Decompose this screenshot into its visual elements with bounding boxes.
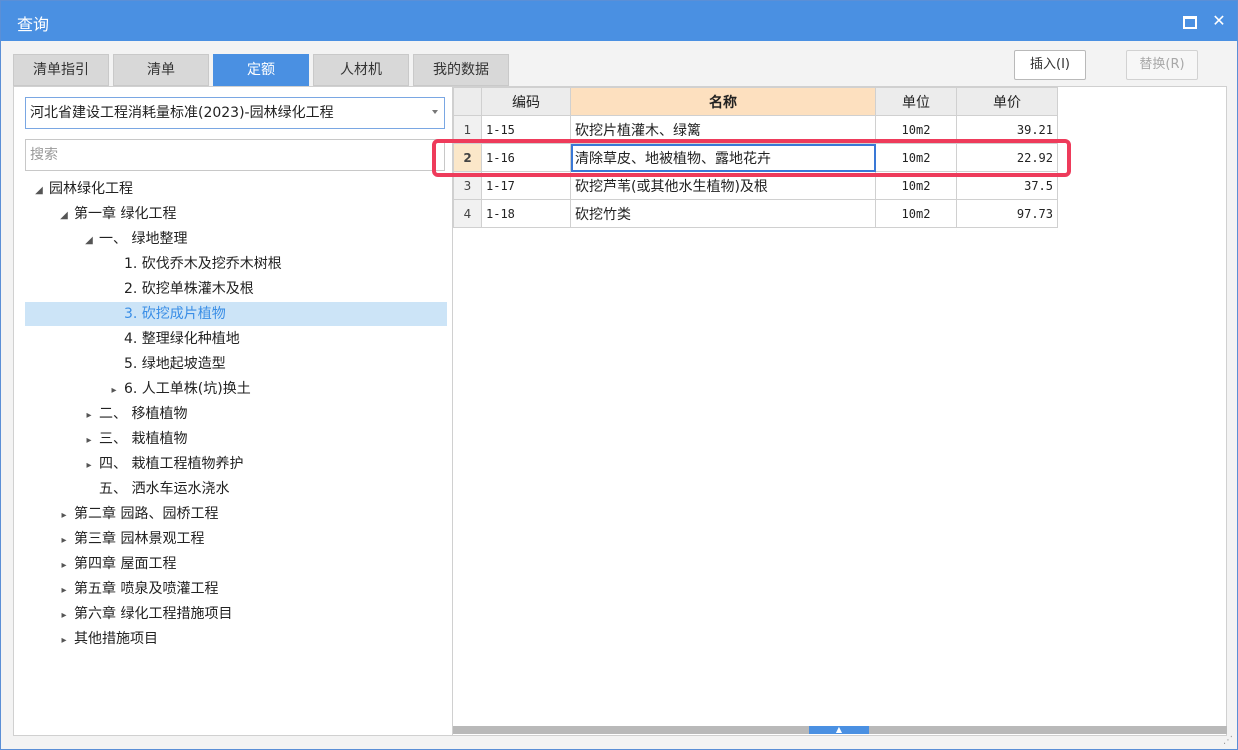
close-icon[interactable]: ✕ [1209, 11, 1229, 31]
tab-my-data[interactable]: 我的数据 [413, 54, 509, 86]
expand-icon[interactable]: ▸ [58, 604, 70, 628]
tree-node-item1[interactable]: 1. 砍伐乔木及挖乔木树根 [124, 252, 282, 276]
table-row[interactable]: 1 1-15 砍挖片植灌木、绿篱 10m2 39.21 [453, 115, 1058, 144]
cell-unit[interactable]: 10m2 [875, 199, 957, 228]
chevron-down-icon[interactable] [432, 110, 438, 114]
cell-price[interactable]: 22.92 [956, 143, 1058, 172]
tree-node-chapter1[interactable]: ◢ 第一章 绿化工程 [58, 202, 176, 226]
expand-icon[interactable]: ▸ [83, 429, 95, 453]
tree-node-chapter5[interactable]: ▸ 第五章 喷泉及喷灌工程 [58, 577, 218, 601]
tab-quota[interactable]: 定额 [213, 54, 309, 86]
insert-button[interactable]: 插入(I) [1014, 50, 1086, 80]
left-panel: 河北省建设工程消耗量标准(2023)-园林绿化工程 搜索 ◢ 园林绿化工程 ◢ 第一… [13, 86, 453, 736]
header-price[interactable]: 单价 [956, 87, 1058, 116]
tab-list-guide[interactable]: 清单指引 [13, 54, 109, 86]
tree-node-section4[interactable]: ▸ 四、 栽植工程植物养护 [83, 452, 243, 476]
expand-icon[interactable]: ▸ [83, 404, 95, 428]
row-number: 1 [453, 115, 482, 144]
replace-button[interactable]: 替换(R) [1126, 50, 1198, 80]
expand-icon[interactable]: ◢ [58, 204, 70, 228]
scrollbar-thumb[interactable]: ▲ [809, 726, 869, 734]
cell-code[interactable]: 1-17 [481, 171, 571, 200]
tree-node-item4[interactable]: 4. 整理绿化种植地 [124, 327, 240, 351]
cell-unit[interactable]: 10m2 [875, 115, 957, 144]
tree-node-item6[interactable]: ▸ 6. 人工单株(坑)换土 [108, 377, 250, 403]
expand-icon[interactable]: ▸ [58, 529, 70, 553]
cell-name[interactable]: 清除草皮、地被植物、露地花卉 [570, 143, 876, 172]
horizontal-scrollbar[interactable]: ▲ [453, 726, 1227, 734]
expand-icon[interactable]: ▸ [58, 504, 70, 528]
tree-node-section3[interactable]: ▸ 三、 栽植植物 [83, 427, 187, 451]
window-title: 查询 [17, 15, 50, 34]
header-name[interactable]: 名称 [570, 87, 876, 116]
title-bar: 查询 ✕ [1, 1, 1237, 41]
quota-table-panel: 编码 名称 单位 单价 1 1-15 砍挖片植灌木、绿篱 10m2 39.21 … [453, 86, 1227, 736]
tree-node-landscape[interactable]: ◢ 园林绿化工程 [33, 177, 133, 201]
table-row[interactable]: 2 1-16 清除草皮、地被植物、露地花卉 10m2 22.92 [453, 143, 1058, 172]
library-select[interactable]: 河北省建设工程消耗量标准(2023)-园林绿化工程 [25, 97, 445, 129]
header-unit[interactable]: 单位 [875, 87, 957, 116]
cell-code[interactable]: 1-16 [481, 143, 571, 172]
row-number: 4 [453, 199, 482, 228]
row-number: 3 [453, 171, 482, 200]
expand-icon[interactable]: ▸ [108, 379, 120, 403]
row-number: 2 [453, 143, 482, 172]
tree-node-chapter4[interactable]: ▸ 第四章 屋面工程 [58, 552, 176, 576]
header-code[interactable]: 编码 [481, 87, 571, 116]
expand-icon[interactable]: ◢ [33, 179, 45, 203]
tree-node-chapter6[interactable]: ▸ 第六章 绿化工程措施项目 [58, 602, 232, 626]
tree-node-section2[interactable]: ▸ 二、 移植植物 [83, 402, 187, 426]
cell-name[interactable]: 砍挖竹类 [570, 199, 876, 228]
cell-price[interactable]: 39.21 [956, 115, 1058, 144]
maximize-icon[interactable] [1179, 11, 1199, 31]
table-row[interactable]: 3 1-17 砍挖芦苇(或其他水生植物)及根 10m2 37.5 [453, 171, 1058, 200]
tab-list[interactable]: 清单 [113, 54, 209, 86]
table-row[interactable]: 4 1-18 砍挖竹类 10m2 97.73 [453, 199, 1058, 228]
cell-code[interactable]: 1-15 [481, 115, 571, 144]
tree-node-item3[interactable]: 3. 砍挖成片植物 [25, 302, 447, 326]
library-select-value: 河北省建设工程消耗量标准(2023)-园林绿化工程 [30, 105, 334, 121]
tree-node-chapter3[interactable]: ▸ 第三章 园林景观工程 [58, 527, 204, 551]
expand-icon[interactable]: ◢ [83, 229, 95, 253]
tab-labor-material-machine[interactable]: 人材机 [313, 54, 409, 86]
expand-icon[interactable]: ▸ [58, 629, 70, 653]
cell-name[interactable]: 砍挖片植灌木、绿篱 [570, 115, 876, 144]
expand-icon[interactable]: ▸ [58, 579, 70, 603]
search-input[interactable]: 搜索 [25, 139, 445, 171]
expand-icon[interactable]: ▸ [58, 554, 70, 578]
quota-table: 编码 名称 单位 单价 1 1-15 砍挖片植灌木、绿篱 10m2 39.21 … [453, 87, 1058, 228]
expand-icon[interactable]: ▸ [83, 454, 95, 478]
cell-code[interactable]: 1-18 [481, 199, 571, 228]
tree-node-item2[interactable]: 2. 砍挖单株灌木及根 [124, 277, 254, 301]
tree-node-other[interactable]: ▸ 其他措施项目 [58, 627, 158, 651]
cell-unit[interactable]: 10m2 [875, 171, 957, 200]
cell-unit[interactable]: 10m2 [875, 143, 957, 172]
tree-node-item5[interactable]: 5. 绿地起坡造型 [124, 352, 226, 376]
resize-grip-icon[interactable]: ⋰ [1223, 735, 1235, 747]
tree-node-section5[interactable]: 五、 洒水车运水浇水 [99, 477, 229, 501]
row-number-header [453, 87, 482, 116]
cell-price[interactable]: 37.5 [956, 171, 1058, 200]
cell-name[interactable]: 砍挖芦苇(或其他水生植物)及根 [570, 171, 876, 200]
table-header-row: 编码 名称 单位 单价 [453, 87, 1058, 116]
tree-node-section1[interactable]: ◢ 一、 绿地整理 [83, 227, 187, 251]
cell-price[interactable]: 97.73 [956, 199, 1058, 228]
query-window: 查询 ✕ 清单指引 清单 定额 人材机 我的数据 插入(I) 替换(R) 河北省… [0, 0, 1238, 750]
tree-node-chapter2[interactable]: ▸ 第二章 园路、园桥工程 [58, 502, 218, 526]
